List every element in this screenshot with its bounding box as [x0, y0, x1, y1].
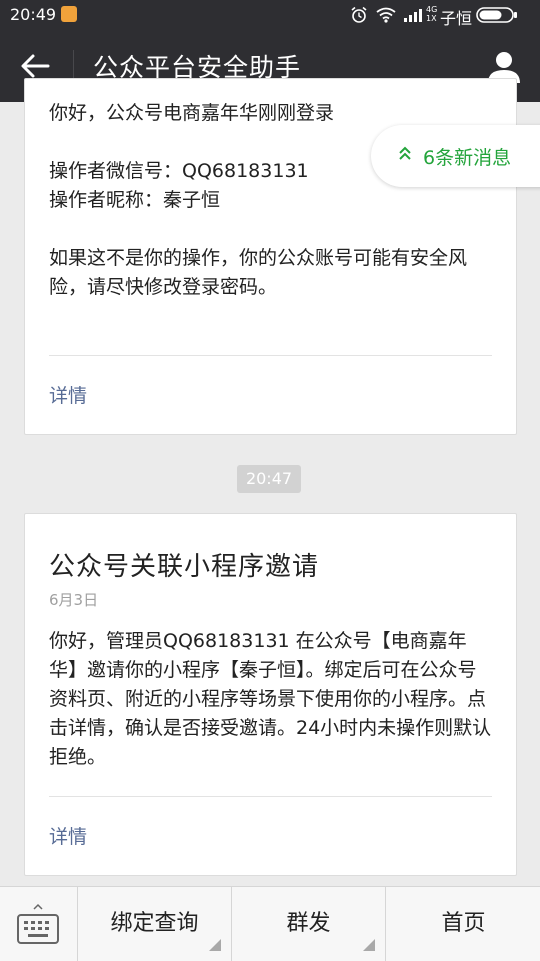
menu-label: 首页	[441, 911, 486, 936]
menu-label: 群发	[286, 911, 331, 936]
invite-card[interactable]: 公众号关联小程序邀请 6月3日 你好，管理员QQ68183131 在公众号【电商…	[24, 513, 517, 876]
status-bar: 20:49 4G 1X 子恒	[0, 0, 540, 30]
menu-bind-query[interactable]: 绑定查询	[77, 887, 231, 961]
detail-link[interactable]: 详情	[49, 381, 87, 408]
battery-icon	[476, 7, 517, 23]
keyboard-icon	[17, 903, 59, 944]
keyboard-toggle[interactable]	[0, 887, 77, 961]
menu-home[interactable]: 首页	[385, 887, 540, 961]
login-greeting: 你好，公众号电商嘉年华刚刚登录	[49, 102, 335, 124]
invite-body: 你好，管理员QQ68183131 在公众号【电商嘉年华】邀请你的小程序【秦子恒】…	[49, 630, 492, 768]
bottom-menu-bar: 绑定查询 群发 首页	[0, 886, 540, 961]
clock: 20:49	[10, 5, 57, 24]
card-divider	[49, 796, 492, 797]
message-timestamp: 20:47	[237, 465, 301, 493]
submenu-indicator-icon	[209, 939, 221, 951]
menu-mass-send[interactable]: 群发	[231, 887, 385, 961]
new-messages-pill[interactable]: 6条新消息	[371, 125, 540, 187]
network-type: 4G 1X	[426, 5, 438, 23]
new-messages-label: 6条新消息	[423, 147, 512, 169]
card-divider	[49, 355, 492, 356]
menu-label: 绑定查询	[110, 911, 199, 936]
invite-date: 6月3日	[49, 591, 99, 609]
alarm-icon	[351, 6, 367, 23]
double-chevron-up-icon	[399, 146, 411, 160]
detail-link[interactable]: 详情	[49, 822, 87, 849]
security-warning: 如果这不是你的操作，你的公众账号可能有安全风险，请尽快修改登录密码。	[49, 247, 468, 298]
status-icons: 4G 1X 子恒	[350, 5, 530, 28]
carrier-name: 子恒	[440, 9, 473, 28]
submenu-indicator-icon	[363, 939, 375, 951]
app-notification-icon	[61, 6, 77, 22]
signal-icon	[404, 9, 422, 22]
invite-title: 公众号关联小程序邀请	[49, 552, 320, 582]
wifi-icon	[376, 7, 396, 23]
